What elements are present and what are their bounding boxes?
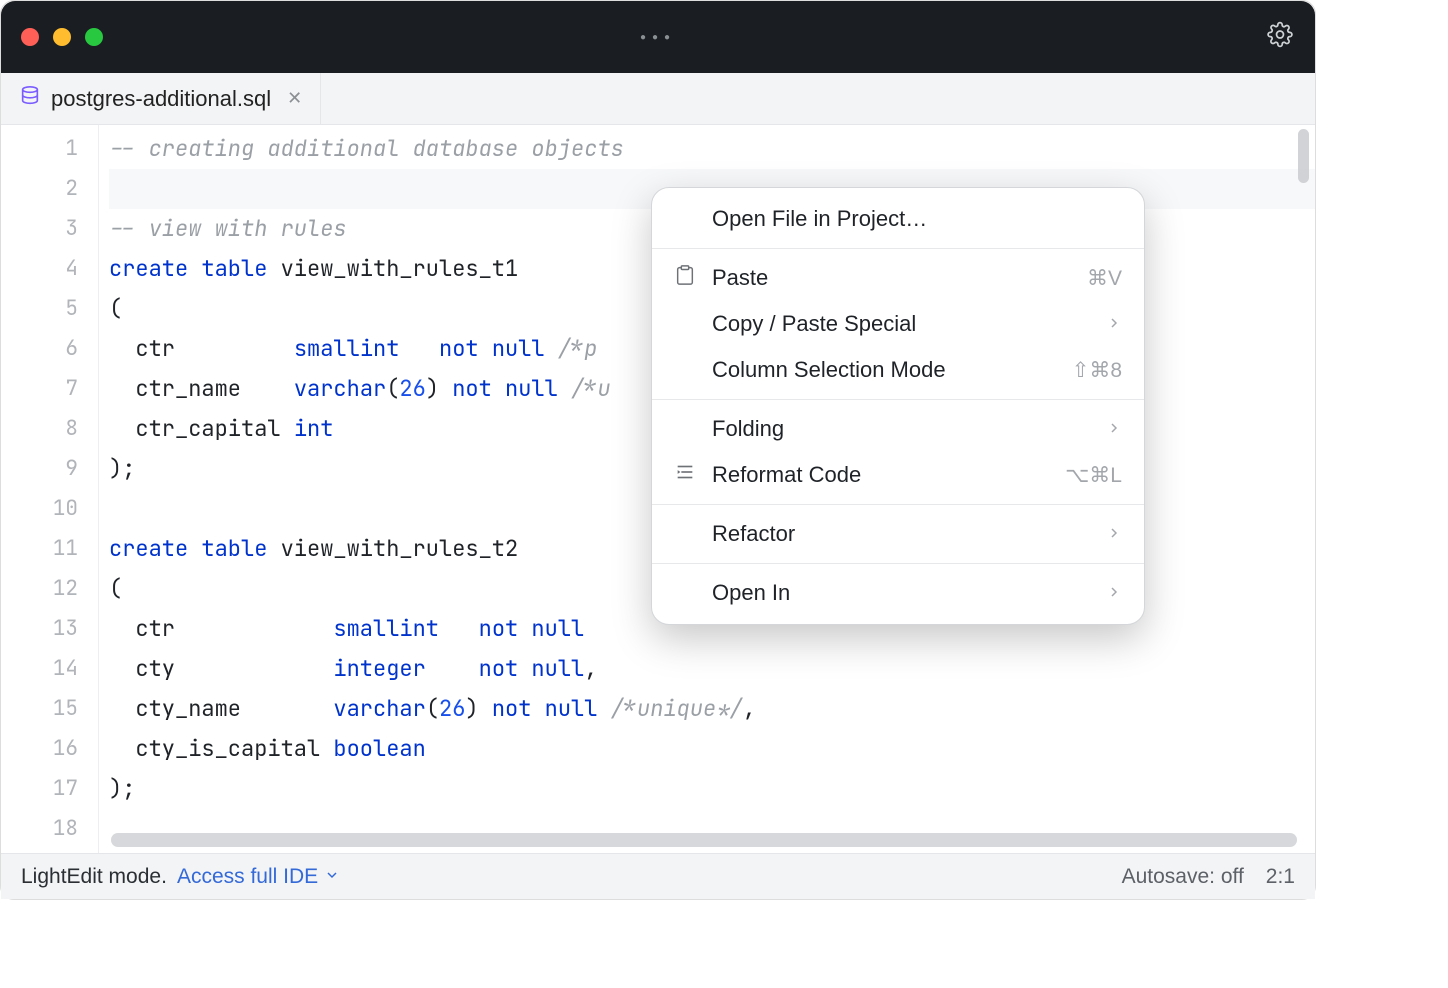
- menu-item[interactable]: Column Selection Mode⇧⌘8: [652, 347, 1144, 393]
- vertical-scrollbar[interactable]: [1298, 129, 1309, 183]
- chevron-right-icon: [1106, 416, 1122, 442]
- menu-item[interactable]: Paste⌘V: [652, 255, 1144, 301]
- menu-item-label: Folding: [712, 416, 1106, 442]
- menu-separator: [652, 399, 1144, 400]
- code-line[interactable]: -- creating additional database objects: [109, 129, 1315, 169]
- reformat-icon: [672, 461, 698, 489]
- menu-shortcut: ⌥⌘L: [1065, 463, 1122, 488]
- minimize-window-button[interactable]: [53, 28, 71, 46]
- close-tab-button[interactable]: ✕: [287, 88, 302, 109]
- line-number: 5: [1, 289, 78, 329]
- menu-item-label: Open In: [712, 580, 1106, 606]
- menu-item[interactable]: Refactor: [652, 511, 1144, 557]
- line-number: 3: [1, 209, 78, 249]
- line-number: 16: [1, 729, 78, 769]
- close-window-button[interactable]: [21, 28, 39, 46]
- tab-filename: postgres-additional.sql: [51, 86, 271, 112]
- line-number: 12: [1, 569, 78, 609]
- code-line[interactable]: cty_is_capital boolean: [109, 729, 1315, 769]
- database-icon: [19, 85, 41, 113]
- chevron-right-icon: [1106, 580, 1122, 606]
- menu-separator: [652, 504, 1144, 505]
- statusbar: LightEdit mode. Access full IDE Autosave…: [1, 853, 1315, 899]
- line-number: 9: [1, 449, 78, 489]
- menu-shortcut: ⇧⌘8: [1072, 358, 1122, 383]
- menu-separator: [652, 248, 1144, 249]
- line-number: 8: [1, 409, 78, 449]
- gutter: 123456789101112131415161718: [1, 125, 99, 853]
- line-number: 18: [1, 809, 78, 849]
- line-number: 11: [1, 529, 78, 569]
- line-number: 13: [1, 609, 78, 649]
- menu-item[interactable]: Copy / Paste Special: [652, 301, 1144, 347]
- maximize-window-button[interactable]: [85, 28, 103, 46]
- window-controls: [21, 28, 103, 46]
- menu-item[interactable]: Reformat Code⌥⌘L: [652, 452, 1144, 498]
- titlebar: ●●●: [1, 1, 1315, 73]
- menu-shortcut: ⌘V: [1087, 266, 1122, 291]
- menu-item-label: Column Selection Mode: [712, 357, 1072, 383]
- code-line[interactable]: cty integer not null,: [109, 649, 1315, 689]
- cursor-position[interactable]: 2:1: [1266, 865, 1295, 889]
- horizontal-scrollbar[interactable]: [111, 833, 1297, 847]
- line-number: 6: [1, 329, 78, 369]
- line-number: 17: [1, 769, 78, 809]
- line-number: 14: [1, 649, 78, 689]
- line-number: 2: [1, 169, 78, 209]
- menu-item[interactable]: Folding: [652, 406, 1144, 452]
- file-tab[interactable]: postgres-additional.sql ✕: [1, 73, 321, 124]
- settings-button[interactable]: [1267, 22, 1293, 53]
- line-number: 10: [1, 489, 78, 529]
- gear-icon: [1267, 22, 1293, 48]
- menu-item[interactable]: Open File in Project…: [652, 196, 1144, 242]
- menu-item-label: Open File in Project…: [712, 206, 1122, 232]
- autosave-status[interactable]: Autosave: off: [1122, 865, 1244, 889]
- clipboard-icon: [672, 264, 698, 292]
- link-label: Access full IDE: [177, 865, 318, 889]
- context-menu: Open File in Project… Paste⌘V Copy / Paste…: [651, 187, 1145, 625]
- title-drag-handle[interactable]: ●●●: [640, 32, 676, 43]
- mode-label: LightEdit mode.: [21, 865, 167, 889]
- code-line[interactable]: );: [109, 769, 1315, 809]
- code-line[interactable]: cty_name varchar(26) not null /*unique*/…: [109, 689, 1315, 729]
- menu-item-label: Refactor: [712, 521, 1106, 547]
- line-number: 4: [1, 249, 78, 289]
- menu-item-label: Copy / Paste Special: [712, 311, 1106, 337]
- line-number: 7: [1, 369, 78, 409]
- menu-item-label: Reformat Code: [712, 462, 1065, 488]
- chevron-right-icon: [1106, 521, 1122, 547]
- chevron-right-icon: [1106, 311, 1122, 337]
- line-number: 15: [1, 689, 78, 729]
- menu-separator: [652, 563, 1144, 564]
- menu-item[interactable]: Open In: [652, 570, 1144, 616]
- line-number: 1: [1, 129, 78, 169]
- access-full-ide-link[interactable]: Access full IDE: [177, 865, 340, 889]
- chevron-down-icon: [324, 865, 340, 889]
- menu-item-label: Paste: [712, 265, 1087, 291]
- tabbar: postgres-additional.sql ✕: [1, 73, 1315, 125]
